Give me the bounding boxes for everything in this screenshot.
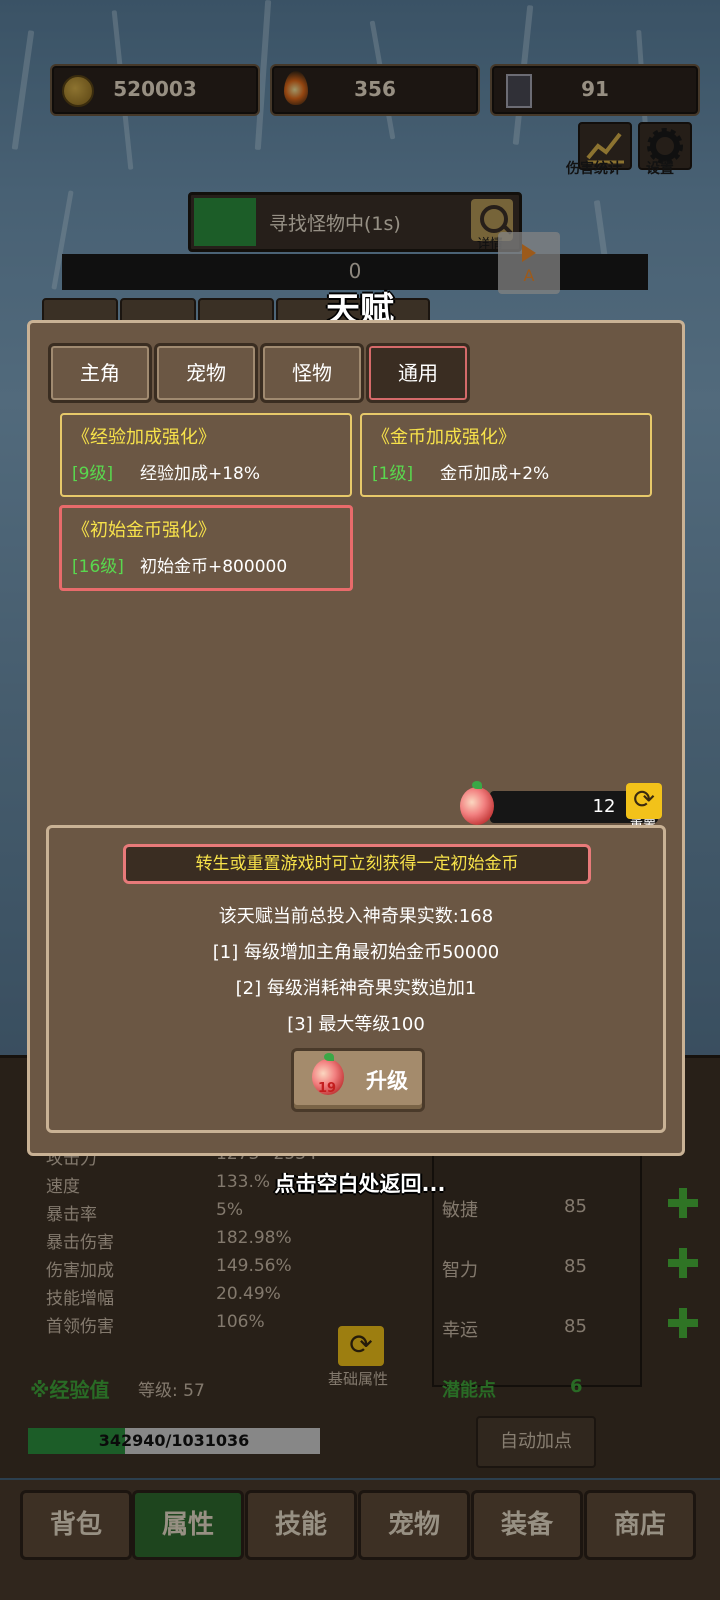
talent-name: 《经验加成强化》: [72, 427, 216, 448]
detail-line: [2] 每级消耗神奇果实数追加1: [235, 978, 477, 999]
reset-button[interactable]: ⟳: [626, 783, 662, 819]
upgrade-cost: 19: [318, 1081, 337, 1096]
talent-desc: 金币加成+2%: [440, 464, 550, 484]
talent-desc: 经验加成+18%: [140, 464, 261, 484]
tab-pet[interactable]: 宠物: [154, 343, 258, 403]
talent-dialog: 主角 宠物 怪物 通用 《经验加成强化》 [9级] 经验加成+18% 《金币加成…: [27, 320, 685, 1156]
talent-name: 《金币加成强化》: [372, 427, 516, 448]
talent-detail-panel: 转生或重置游戏时可立刻获得一定初始金币 该天赋当前总投入神奇果实数:168 [1…: [46, 825, 666, 1133]
talent-exp-boost[interactable]: 《经验加成强化》 [9级] 经验加成+18%: [60, 413, 352, 497]
refresh-icon: ⟳: [633, 785, 655, 815]
detail-line: 该天赋当前总投入神奇果实数:168: [218, 906, 494, 927]
tab-hero[interactable]: 主角: [48, 343, 152, 403]
upgrade-button[interactable]: 19 升级: [291, 1048, 425, 1112]
talent-initial-gold[interactable]: 《初始金币强化》 [16级] 初始金币+800000: [59, 505, 353, 591]
detail-line: [1] 每级增加主角最初始金币50000: [212, 942, 500, 963]
talent-level: [16级]: [72, 557, 124, 577]
tab-general[interactable]: 通用: [366, 343, 470, 403]
talent-gold-boost[interactable]: 《金币加成强化》 [1级] 金币加成+2%: [360, 413, 652, 497]
talent-level: [9级]: [72, 464, 114, 484]
talent-desc: 初始金币+800000: [140, 557, 288, 577]
upgrade-label: 升级: [366, 1069, 408, 1093]
talent-level: [1级]: [372, 464, 414, 484]
tap-to-return-hint: 点击空白处返回...: [274, 1172, 446, 1196]
tab-monster[interactable]: 怪物: [260, 343, 364, 403]
magic-fruit-icon: [460, 781, 494, 825]
talent-name: 《初始金币强化》: [72, 520, 216, 541]
detail-line: [3] 最大等级100: [287, 1014, 425, 1035]
talent-summary: 转生或重置游戏时可立刻获得一定初始金币: [123, 844, 591, 884]
